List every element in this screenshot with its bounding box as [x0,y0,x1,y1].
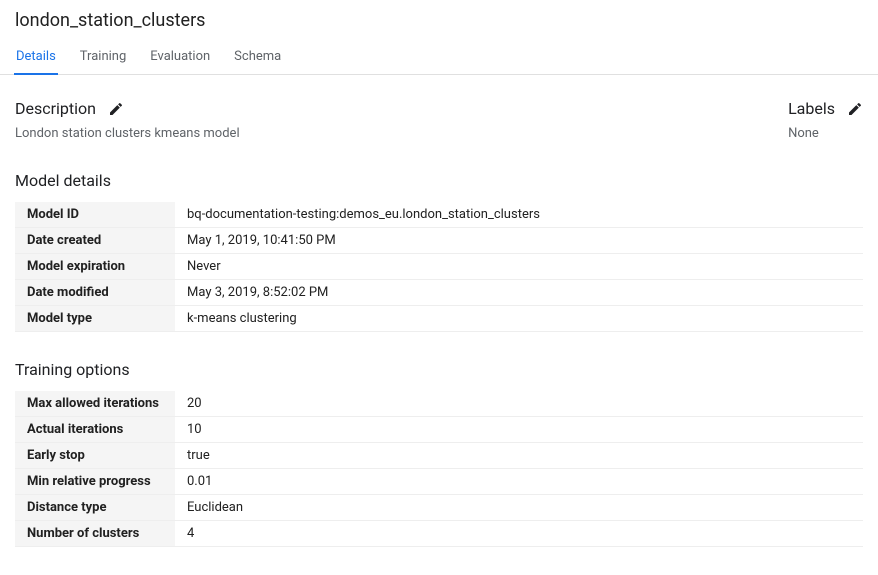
tab-training[interactable]: Training [68,39,138,74]
detail-value: bq-documentation-testing:demos_eu.london… [175,202,863,228]
table-row: Max allowed iterations20 [15,391,863,417]
description-heading: Description [15,99,96,118]
table-row: Number of clusters4 [15,521,863,547]
table-row: Model IDbq-documentation-testing:demos_e… [15,202,863,228]
description-heading-row: Description [15,99,240,118]
detail-key: Min relative progress [15,469,175,495]
table-row: Actual iterations10 [15,417,863,443]
model-details-table: Model IDbq-documentation-testing:demos_e… [15,202,863,332]
tab-bar: Details Training Evaluation Schema [0,39,878,75]
description-block: Description London station clusters kmea… [15,99,240,141]
training-options-heading: Training options [15,360,863,379]
detail-key: Date modified [15,280,175,306]
detail-value: 0.01 [175,469,863,495]
page-title: london_station_clusters [15,10,863,31]
table-row: Distance typeEuclidean [15,495,863,521]
training-options-table: Max allowed iterations20Actual iteration… [15,391,863,547]
detail-key: Date created [15,228,175,254]
labels-block: Labels None [788,99,863,141]
detail-value: 4 [175,521,863,547]
detail-value: 10 [175,417,863,443]
detail-value: 20 [175,391,863,417]
table-row: Model expirationNever [15,254,863,280]
pencil-icon[interactable] [847,101,863,117]
detail-value: May 1, 2019, 10:41:50 PM [175,228,863,254]
training-options-section: Training options Max allowed iterations2… [15,360,863,547]
detail-key: Early stop [15,443,175,469]
detail-key: Distance type [15,495,175,521]
detail-key: Model type [15,306,175,332]
labels-heading-row: Labels [788,99,863,118]
detail-value: May 3, 2019, 8:52:02 PM [175,280,863,306]
description-value: London station clusters kmeans model [15,126,240,141]
detail-key: Number of clusters [15,521,175,547]
table-row: Min relative progress0.01 [15,469,863,495]
table-row: Date createdMay 1, 2019, 10:41:50 PM [15,228,863,254]
pencil-icon[interactable] [108,101,124,117]
detail-key: Max allowed iterations [15,391,175,417]
content-area: Description London station clusters kmea… [0,75,878,547]
meta-row: Description London station clusters kmea… [15,99,863,141]
table-row: Date modifiedMay 3, 2019, 8:52:02 PM [15,280,863,306]
labels-value: None [788,126,863,141]
model-details-heading: Model details [15,171,863,190]
tab-evaluation[interactable]: Evaluation [138,39,222,74]
table-row: Early stoptrue [15,443,863,469]
model-details-section: Model details Model IDbq-documentation-t… [15,171,863,332]
detail-key: Model expiration [15,254,175,280]
detail-value: Euclidean [175,495,863,521]
tab-schema[interactable]: Schema [222,39,293,74]
detail-key: Model ID [15,202,175,228]
detail-value: true [175,443,863,469]
page-header: london_station_clusters [0,0,878,39]
labels-heading: Labels [788,99,835,118]
table-row: Model typek-means clustering [15,306,863,332]
tab-details[interactable]: Details [4,39,68,74]
detail-key: Actual iterations [15,417,175,443]
detail-value: k-means clustering [175,306,863,332]
detail-value: Never [175,254,863,280]
